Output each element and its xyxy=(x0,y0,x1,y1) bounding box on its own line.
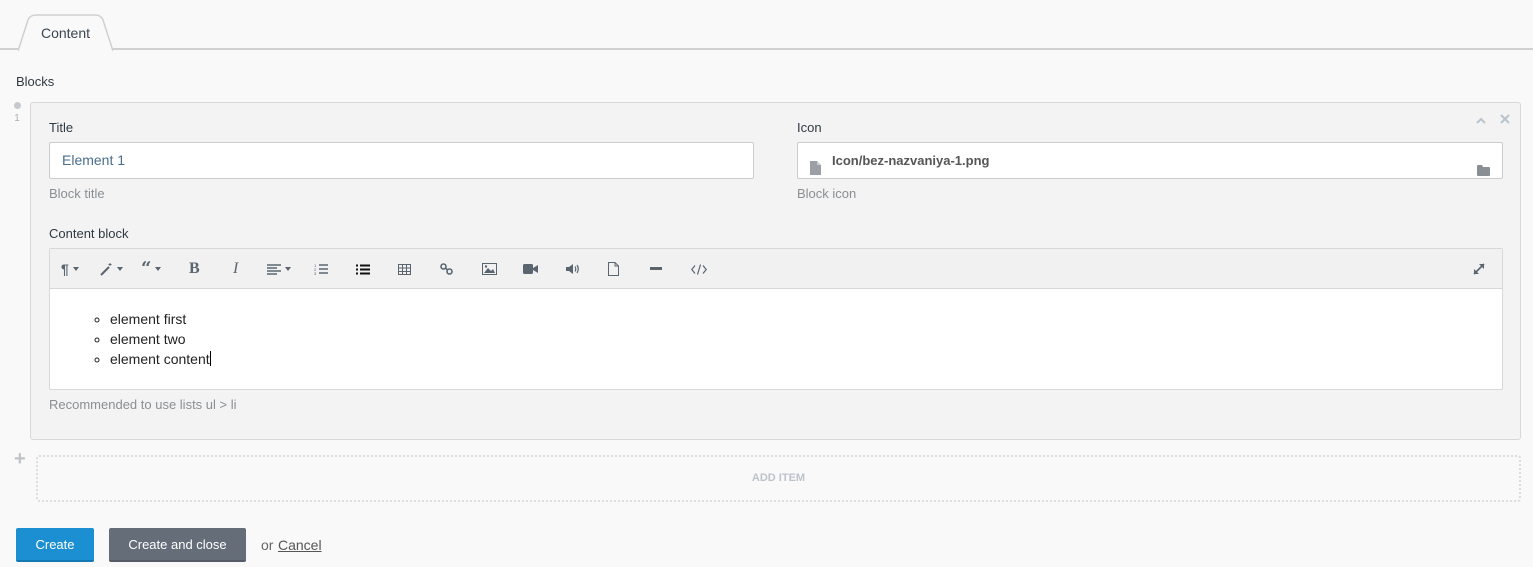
content-list: element first element two element conten… xyxy=(90,309,1502,369)
paragraph-style-button[interactable]: ¶ xyxy=(61,259,79,279)
list-item: element first xyxy=(110,309,1502,329)
collapse-icon[interactable] xyxy=(1476,111,1486,127)
image-icon xyxy=(482,263,497,275)
ordered-list-button[interactable]: 123 xyxy=(314,259,328,279)
create-button[interactable]: Create xyxy=(16,528,94,562)
svg-text:3: 3 xyxy=(314,271,317,275)
file-button[interactable] xyxy=(608,259,619,279)
title-hint: Block title xyxy=(49,186,105,201)
block-item: Title Element 1 Block title Icon Icon/be… xyxy=(30,102,1521,440)
bold-icon: B xyxy=(189,260,200,277)
italic-button[interactable]: I xyxy=(233,259,238,279)
folder-icon[interactable] xyxy=(1477,154,1490,189)
link-button[interactable] xyxy=(440,259,453,279)
list-item: element content xyxy=(110,349,1502,369)
or-text: or xyxy=(261,537,274,553)
table-icon xyxy=(398,263,411,275)
drag-handle-icon[interactable] xyxy=(13,102,21,109)
code-icon xyxy=(691,263,707,275)
list-item: element two xyxy=(110,329,1502,349)
magic-wand-icon xyxy=(100,262,112,276)
align-left-icon xyxy=(267,263,281,275)
title-input[interactable]: Element 1 xyxy=(49,142,754,179)
block-index: 1 xyxy=(14,113,20,124)
audio-button[interactable] xyxy=(566,259,580,279)
icon-label: Icon xyxy=(797,120,822,135)
blocks-label: Blocks xyxy=(16,74,55,89)
add-plus-icon[interactable]: + xyxy=(14,448,26,471)
content-block-label: Content block xyxy=(49,226,129,241)
align-button[interactable] xyxy=(267,259,291,279)
title-label: Title xyxy=(49,120,74,135)
icon-file-input[interactable]: Icon/bez-nazvaniya-1.png xyxy=(797,142,1503,179)
editor-toolbar: ¶ “ B I 123 xyxy=(50,249,1502,289)
rich-text-editor: ¶ “ B I 123 ◦ element first ◦ element tw… xyxy=(49,248,1503,390)
expand-icon xyxy=(1473,263,1485,275)
create-and-close-button[interactable]: Create and close xyxy=(109,528,246,562)
tab-content-label: Content xyxy=(40,25,91,41)
image-button[interactable] xyxy=(482,259,497,279)
icon-file-path: Icon/bez-nazvaniya-1.png xyxy=(832,153,990,168)
text-cursor xyxy=(209,351,211,366)
bold-button[interactable]: B xyxy=(189,259,200,279)
remove-block-icon[interactable] xyxy=(1500,111,1510,127)
ordered-list-icon: 123 xyxy=(314,263,328,275)
paragraph-icon: ¶ xyxy=(61,261,69,277)
block-row-marker[interactable]: 1 xyxy=(12,100,22,124)
video-button[interactable] xyxy=(523,259,538,279)
quote-button[interactable]: “ xyxy=(141,258,162,279)
file-icon xyxy=(810,153,821,188)
link-icon xyxy=(440,263,453,275)
editor-content[interactable]: element first element two element conten… xyxy=(50,289,1502,369)
unordered-list-icon xyxy=(356,264,370,274)
fullscreen-button[interactable] xyxy=(1473,259,1485,279)
list-item-text: element content xyxy=(110,351,210,367)
table-button[interactable] xyxy=(398,259,411,279)
tab-bar: Content xyxy=(0,0,1533,52)
add-item-button[interactable]: ADD ITEM xyxy=(36,455,1521,502)
minus-icon xyxy=(650,267,662,270)
italic-icon: I xyxy=(233,260,239,277)
content-hint: Recommended to use lists ul > li xyxy=(49,397,237,412)
icon-hint: Block icon xyxy=(797,186,857,201)
code-view-button[interactable] xyxy=(691,259,707,279)
video-camera-icon xyxy=(523,264,538,274)
cancel-link[interactable]: Cancel xyxy=(278,537,322,553)
horizontal-rule-button[interactable] xyxy=(650,259,662,279)
text-style-button[interactable] xyxy=(100,259,123,279)
unordered-list-button[interactable] xyxy=(356,259,370,279)
volume-icon xyxy=(566,264,579,274)
document-icon xyxy=(608,262,619,276)
tab-content[interactable]: Content xyxy=(18,14,113,52)
quote-icon: “ xyxy=(141,258,152,279)
